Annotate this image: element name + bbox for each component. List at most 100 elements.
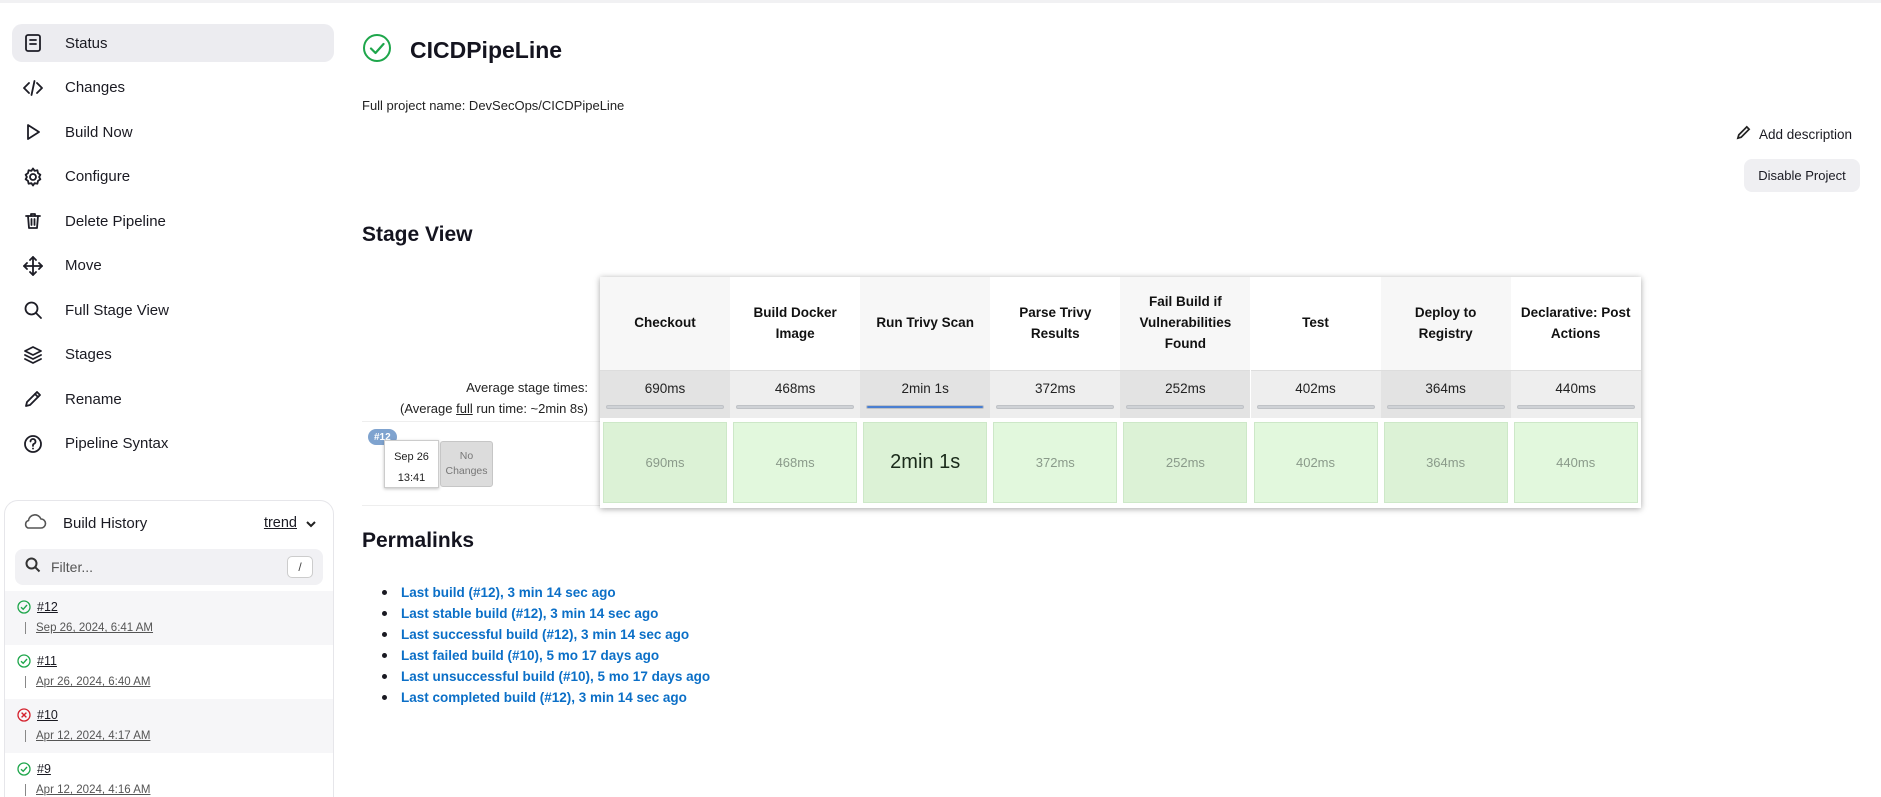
permalink-item: Last successful build (#12), 3 min 14 se…: [382, 624, 710, 645]
sidebar-item-stages[interactable]: Stages: [12, 336, 334, 374]
failed-icon: [17, 708, 31, 722]
stage-cell[interactable]: 372ms: [993, 422, 1118, 503]
permalink-link[interactable]: Last completed build (#12), 3 min 14 sec…: [401, 690, 687, 705]
search-icon: [25, 557, 41, 578]
permalink-item: Last stable build (#12), 3 min 14 sec ag…: [382, 603, 710, 624]
success-icon: [17, 654, 31, 668]
build-number-link[interactable]: #12: [37, 600, 58, 614]
bullet: [382, 632, 387, 637]
layers-icon: [22, 344, 44, 366]
stage-progress-bar: [1516, 405, 1635, 409]
stage-average-time: 2min 1s: [901, 381, 949, 396]
help-icon: [22, 433, 44, 455]
stage-column: Fail Build if Vulnerabilities Found 252ms…: [1120, 277, 1251, 508]
build-history-panel: Build History trend / #12 Sep 26, 2024, …: [4, 500, 334, 797]
permalink-link[interactable]: Last failed build (#10), 5 mo 17 days ag…: [401, 648, 659, 663]
page-title: CICDPipeLine: [410, 37, 563, 63]
success-icon: [17, 600, 31, 614]
build-date[interactable]: Apr 12, 2024, 4:17 AM: [36, 730, 150, 742]
code-icon: [22, 77, 44, 99]
no-changes-box[interactable]: No Changes: [440, 441, 493, 487]
permalink-item: Last unsuccessful build (#10), 5 mo 17 d…: [382, 666, 710, 687]
cloud-icon: [21, 511, 47, 536]
add-description-label: Add description: [1758, 126, 1852, 142]
build-date[interactable]: Sep 26, 2024, 6:41 AM: [36, 622, 153, 634]
stage-column: Parse Trivy Results 372ms 372ms: [990, 277, 1121, 508]
stage-progress-bar: [996, 405, 1115, 409]
full-project-name: Full project name: DevSecOps/CICDPipeLin…: [362, 98, 625, 113]
stage-average: 372ms: [990, 370, 1121, 418]
disable-project-button[interactable]: Disable Project: [1744, 159, 1860, 192]
sidebar-item-status[interactable]: Status: [12, 24, 334, 62]
stage-header: Checkout: [600, 277, 730, 370]
stage-cell[interactable]: 468ms: [733, 422, 858, 503]
stage-average: 402ms: [1250, 370, 1381, 418]
sidebar-item-changes[interactable]: Changes: [12, 69, 334, 107]
stage-cell[interactable]: 2min 1s: [863, 422, 988, 503]
stage-average-time: 440ms: [1555, 381, 1596, 396]
stage-progress-bar: [1256, 405, 1375, 409]
build-row: #11 Apr 26, 2024, 6:40 AM: [5, 645, 333, 699]
play-icon: [22, 121, 44, 143]
sidebar-item-move[interactable]: Move: [12, 247, 334, 285]
shortcut-key: /: [287, 556, 313, 578]
stage-header: Run Trivy Scan: [860, 277, 991, 370]
add-description-button[interactable]: Add description: [1736, 125, 1852, 143]
build-number-link[interactable]: #10: [37, 708, 58, 722]
chevron-down-icon[interactable]: [305, 517, 317, 529]
stage-average-time: 468ms: [774, 381, 816, 396]
move-icon: [22, 255, 44, 277]
permalink-link[interactable]: Last build (#12), 3 min 14 sec ago: [401, 585, 616, 600]
stage-progress-bar: [1386, 405, 1505, 409]
success-icon: [17, 762, 31, 776]
run-info-12: #12 Sep 26 13:41 No Changes: [362, 421, 600, 506]
permalink-link[interactable]: Last successful build (#12), 3 min 14 se…: [401, 627, 689, 642]
build-history-header: Build History trend: [5, 501, 333, 545]
sidebar-item-configure[interactable]: Configure: [12, 158, 334, 196]
sidebar-item-pipeline-syntax[interactable]: Pipeline Syntax: [12, 425, 334, 463]
stage-cell[interactable]: 402ms: [1253, 422, 1378, 503]
bullet: [382, 590, 387, 595]
build-date[interactable]: Apr 12, 2024, 4:16 AM: [36, 784, 150, 796]
avg-stage-times-text: Average stage times:: [466, 380, 588, 395]
success-icon: [362, 33, 392, 68]
full-run-link[interactable]: full: [456, 401, 473, 416]
gear-icon: [22, 166, 44, 188]
permalink-link[interactable]: Last unsuccessful build (#10), 5 mo 17 d…: [401, 669, 710, 684]
sidebar-item-label: Configure: [65, 168, 131, 185]
stage-header: Fail Build if Vulnerabilities Found: [1120, 277, 1251, 370]
build-number-link[interactable]: #11: [37, 654, 57, 668]
stage-progress-bar: [736, 405, 855, 409]
stage-column: Run Trivy Scan 2min 1s 2min 1s: [860, 277, 991, 508]
filter-input[interactable]: [51, 559, 271, 575]
sidebar-item-label: Pipeline Syntax: [65, 435, 169, 452]
stage-header: Build Docker Image: [730, 277, 861, 370]
sidebar-item-label: Rename: [65, 390, 122, 408]
bullet: [382, 695, 387, 700]
sidebar-item-build-now[interactable]: Build Now: [12, 113, 334, 151]
stage-progress-fill: [867, 406, 984, 408]
sidebar: Status Changes Build Now Configure Delet…: [0, 24, 340, 469]
bullet: [382, 653, 387, 658]
stage-cell[interactable]: 690ms: [603, 422, 727, 503]
build-number-link[interactable]: #9: [37, 762, 51, 776]
sidebar-item-full-stage-view[interactable]: Full Stage View: [12, 291, 334, 329]
sidebar-item-delete-pipeline[interactable]: Delete Pipeline: [12, 202, 334, 240]
stage-average-time: 364ms: [1425, 381, 1466, 396]
stage-average: 440ms: [1510, 370, 1641, 418]
stage-cell[interactable]: 252ms: [1123, 422, 1248, 503]
stage-cell[interactable]: 364ms: [1383, 422, 1508, 503]
main-content: CICDPipeLine Full project name: DevSecOp…: [362, 0, 1872, 797]
build-list: #12 Sep 26, 2024, 6:41 AM #11 Apr 26, 20…: [5, 591, 333, 797]
build-row: #9 Apr 12, 2024, 4:16 AM: [5, 753, 333, 797]
stage-cell[interactable]: 440ms: [1513, 422, 1638, 503]
build-date[interactable]: Apr 26, 2024, 6:40 AM: [36, 676, 150, 688]
stage-column: Build Docker Image 468ms 468ms: [730, 277, 861, 508]
stage-average-time: 690ms: [644, 381, 686, 396]
stage-average: 2min 1s: [860, 370, 991, 418]
permalink-link[interactable]: Last stable build (#12), 3 min 14 sec ag…: [401, 606, 658, 621]
stage-average-time: 402ms: [1295, 381, 1336, 396]
sidebar-item-rename[interactable]: Rename: [12, 380, 334, 418]
permalink-item: Last build (#12), 3 min 14 sec ago: [382, 582, 710, 603]
trend-link[interactable]: trend: [264, 515, 297, 531]
